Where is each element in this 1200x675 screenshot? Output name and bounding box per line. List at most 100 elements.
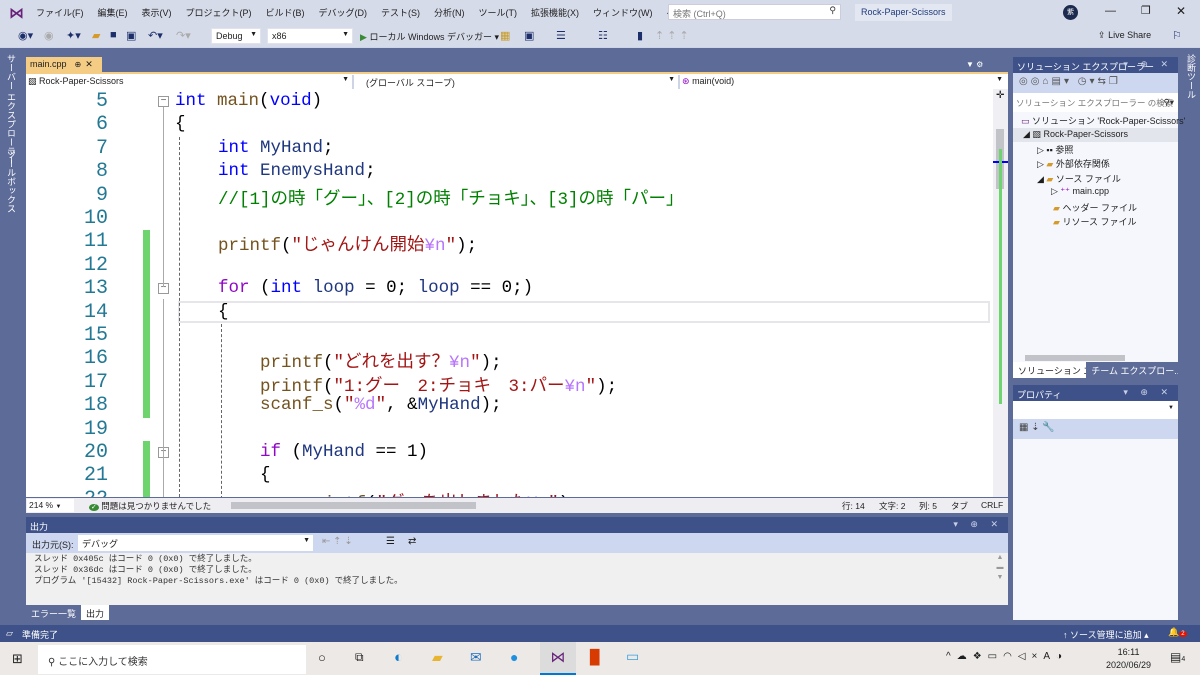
- menu-item[interactable]: プロジェクト(P): [186, 6, 252, 19]
- zoom-select[interactable]: 214 % ▼: [27, 499, 74, 512]
- tree-item-header-files[interactable]: ▰ ヘッダー ファイル: [1053, 201, 1137, 214]
- code-token: int: [175, 91, 207, 111]
- source-control-button[interactable]: ↑ ソース管理に追加 ▴: [1063, 628, 1149, 641]
- properties-toolbar[interactable]: ▦ ⇣ 🔧: [1013, 419, 1178, 439]
- tab-main-cpp[interactable]: main.cpp ⊕ ✕: [26, 57, 102, 72]
- search-input[interactable]: 検索 (Ctrl+Q) ⚲: [668, 4, 841, 20]
- panel-controls[interactable]: ▾ ⊕ ✕: [1123, 387, 1173, 398]
- menu-item[interactable]: ウィンドウ(W): [593, 6, 653, 19]
- open-icon[interactable]: ▰: [92, 29, 100, 42]
- taskbar-search[interactable]: ⚲ ここに入力して検索: [38, 645, 306, 674]
- vertical-scrollbar[interactable]: [993, 89, 1008, 497]
- menu-item[interactable]: デバッグ(D): [319, 6, 368, 19]
- config-select[interactable]: Debug ▼: [211, 28, 261, 44]
- tree-item-external-deps[interactable]: ▷ ▰ 外部依存関係: [1037, 157, 1110, 170]
- tree-item-project[interactable]: ◢ ▧ Rock-Paper-Scissors: [1013, 128, 1178, 142]
- panel-controls[interactable]: ▾ ⊕ ✕: [1123, 59, 1173, 70]
- system-tray-icons[interactable]: ^☁❖▭◠◁×A◑: [946, 651, 1068, 662]
- line-ending[interactable]: CRLF: [981, 500, 1003, 510]
- menu-item[interactable]: 拡張機能(X): [531, 6, 579, 19]
- tab-solution-explorer[interactable]: ソリューション エク...: [1013, 362, 1087, 378]
- find-icon[interactable]: ⇤ ⇡ ⇣: [322, 536, 353, 547]
- output-text[interactable]: スレッド 0x405c はコード 0 (0x0) で終了しました。 スレッド 0…: [26, 553, 1008, 605]
- notifications-button[interactable]: 🔔 2: [1168, 627, 1187, 638]
- minimize-button[interactable]: —: [1105, 5, 1116, 17]
- member-select[interactable]: ⊛ main(void) ▼: [682, 75, 1006, 89]
- menu-item[interactable]: テスト(S): [381, 6, 420, 19]
- screenshot-icon[interactable]: ▣: [524, 29, 534, 42]
- toolbox-tab[interactable]: ツールボックス: [5, 150, 18, 213]
- output-scrollbar[interactable]: ▲ ▬ ▼: [992, 553, 1008, 605]
- menu-item[interactable]: 編集(E): [98, 6, 128, 19]
- restore-button[interactable]: ❐: [1141, 4, 1151, 17]
- comment-icon[interactable]: ☷: [598, 29, 608, 42]
- cortana-icon[interactable]: ○: [318, 650, 326, 665]
- tree-item-main-cpp[interactable]: ▷ ⁺⁺ main.cpp: [1051, 186, 1109, 197]
- indent-icon[interactable]: ☰: [556, 29, 566, 42]
- menu-item[interactable]: 表示(V): [142, 6, 172, 19]
- tree-item-resource-files[interactable]: ▰ リソース ファイル: [1053, 215, 1137, 228]
- server-explorer-tab[interactable]: サーバー エクスプローラー: [5, 54, 18, 165]
- clock-time[interactable]: 16:11: [1106, 646, 1151, 659]
- redo-icon[interactable]: ↷▾: [176, 29, 191, 42]
- code-editor[interactable]: 5− int main(void) 6{7 int MyHand; 8 int Enemy…: [26, 89, 993, 497]
- undo-icon[interactable]: ↶▾: [148, 29, 163, 42]
- tree-item-solution[interactable]: ▭ ソリューション 'Rock-Paper-Scissors': [1021, 114, 1185, 127]
- mail-icon[interactable]: ✉: [470, 649, 482, 666]
- remote-desktop-icon[interactable]: ▭: [626, 648, 639, 665]
- menu-item[interactable]: ツール(T): [479, 6, 518, 19]
- solution-hscroll[interactable]: [1025, 355, 1125, 361]
- back-icon[interactable]: ◉▾: [18, 29, 33, 42]
- attach-icon[interactable]: ▦: [500, 29, 510, 42]
- app-icon[interactable]: ●: [510, 649, 518, 665]
- prev-bookmark-icon[interactable]: ⇡ ⇡ ⇡: [655, 29, 689, 42]
- diagnostic-tools-tab[interactable]: 診断ツール: [1185, 54, 1198, 99]
- edge-icon[interactable]: ◐: [394, 649, 403, 666]
- windows-start-icon[interactable]: ⊞: [12, 651, 23, 667]
- action-center-icon[interactable]: ▤4: [1170, 650, 1185, 664]
- feedback-icon[interactable]: ⚐: [1172, 29, 1182, 42]
- word-wrap-icon[interactable]: ⇄: [408, 536, 416, 547]
- avatar[interactable]: 紫: [1063, 5, 1078, 20]
- task-view-icon[interactable]: ⧉: [355, 650, 364, 665]
- indent-mode[interactable]: タブ: [951, 500, 968, 512]
- output-source-select[interactable]: デバッグ ▼: [78, 535, 313, 551]
- split-icon[interactable]: ✛: [996, 90, 1004, 101]
- visual-studio-taskbar-icon[interactable]: ⋈: [540, 642, 576, 675]
- horizontal-scrollbar[interactable]: [231, 502, 476, 509]
- close-icon[interactable]: ✕: [85, 59, 93, 69]
- close-button[interactable]: ✕: [1176, 4, 1186, 18]
- clock[interactable]: 16:11 2020/06/29: [1106, 646, 1151, 672]
- project-select[interactable]: ▧ Rock-Paper-Scissors ▼: [28, 75, 354, 89]
- forward-icon[interactable]: ◉: [44, 29, 54, 42]
- menu-item[interactable]: 分析(N): [434, 6, 465, 19]
- tree-item-references[interactable]: ▷ ▪▪ 参照: [1037, 143, 1073, 156]
- live-share-button[interactable]: ⇪ Live Share: [1098, 30, 1151, 41]
- clear-all-icon[interactable]: ☰: [386, 536, 395, 547]
- properties-object-select[interactable]: ▼: [1013, 401, 1178, 419]
- menu-item[interactable]: ファイル(F): [36, 6, 84, 19]
- platform-select[interactable]: x86 ▼: [267, 28, 353, 44]
- clock-date[interactable]: 2020/06/29: [1106, 659, 1151, 672]
- tab-list-icon[interactable]: ▼ ⚙: [966, 60, 983, 69]
- save-all-icon[interactable]: ▣: [126, 29, 136, 42]
- tab-team-explorer[interactable]: チーム エクスプロー...: [1086, 362, 1178, 378]
- new-project-icon[interactable]: ✦▾: [66, 29, 81, 42]
- save-icon[interactable]: ■: [110, 29, 117, 41]
- menu-items: ファイル(F) 編集(E) 表示(V) プロジェクト(P) ビルド(B) デバッグ(D) テ…: [36, 6, 720, 19]
- start-debug-button[interactable]: ▶ ローカル Windows デバッガー ▾: [360, 30, 499, 43]
- tab-output[interactable]: 出力: [81, 605, 110, 620]
- menu-item[interactable]: ビルド(B): [266, 6, 305, 19]
- collapse-icon[interactable]: −: [158, 96, 169, 107]
- scope-select[interactable]: (グローバル スコープ) ▼: [366, 75, 680, 89]
- file-explorer-icon[interactable]: ▰: [432, 649, 443, 666]
- panel-controls[interactable]: ▾ ⊕ ✕: [953, 519, 1003, 530]
- solution-search-input[interactable]: ソリューション エクスプローラー の検索 ⚲▾: [1013, 93, 1178, 112]
- pin-icon[interactable]: ⊕: [75, 60, 82, 69]
- tab-error-list[interactable]: エラー一覧: [26, 605, 81, 620]
- solution-explorer-toolbar[interactable]: ◎◎⌂▤▾ ◷▾⇆❐: [1013, 73, 1178, 93]
- office-icon[interactable]: ▉: [590, 649, 601, 666]
- tree-item-source-files[interactable]: ◢ ▰ ソース ファイル: [1037, 172, 1121, 185]
- problems-indicator[interactable]: ✓ 問題は見つかりませんでした: [89, 500, 211, 512]
- bookmark-icon[interactable]: ▮: [637, 29, 643, 42]
